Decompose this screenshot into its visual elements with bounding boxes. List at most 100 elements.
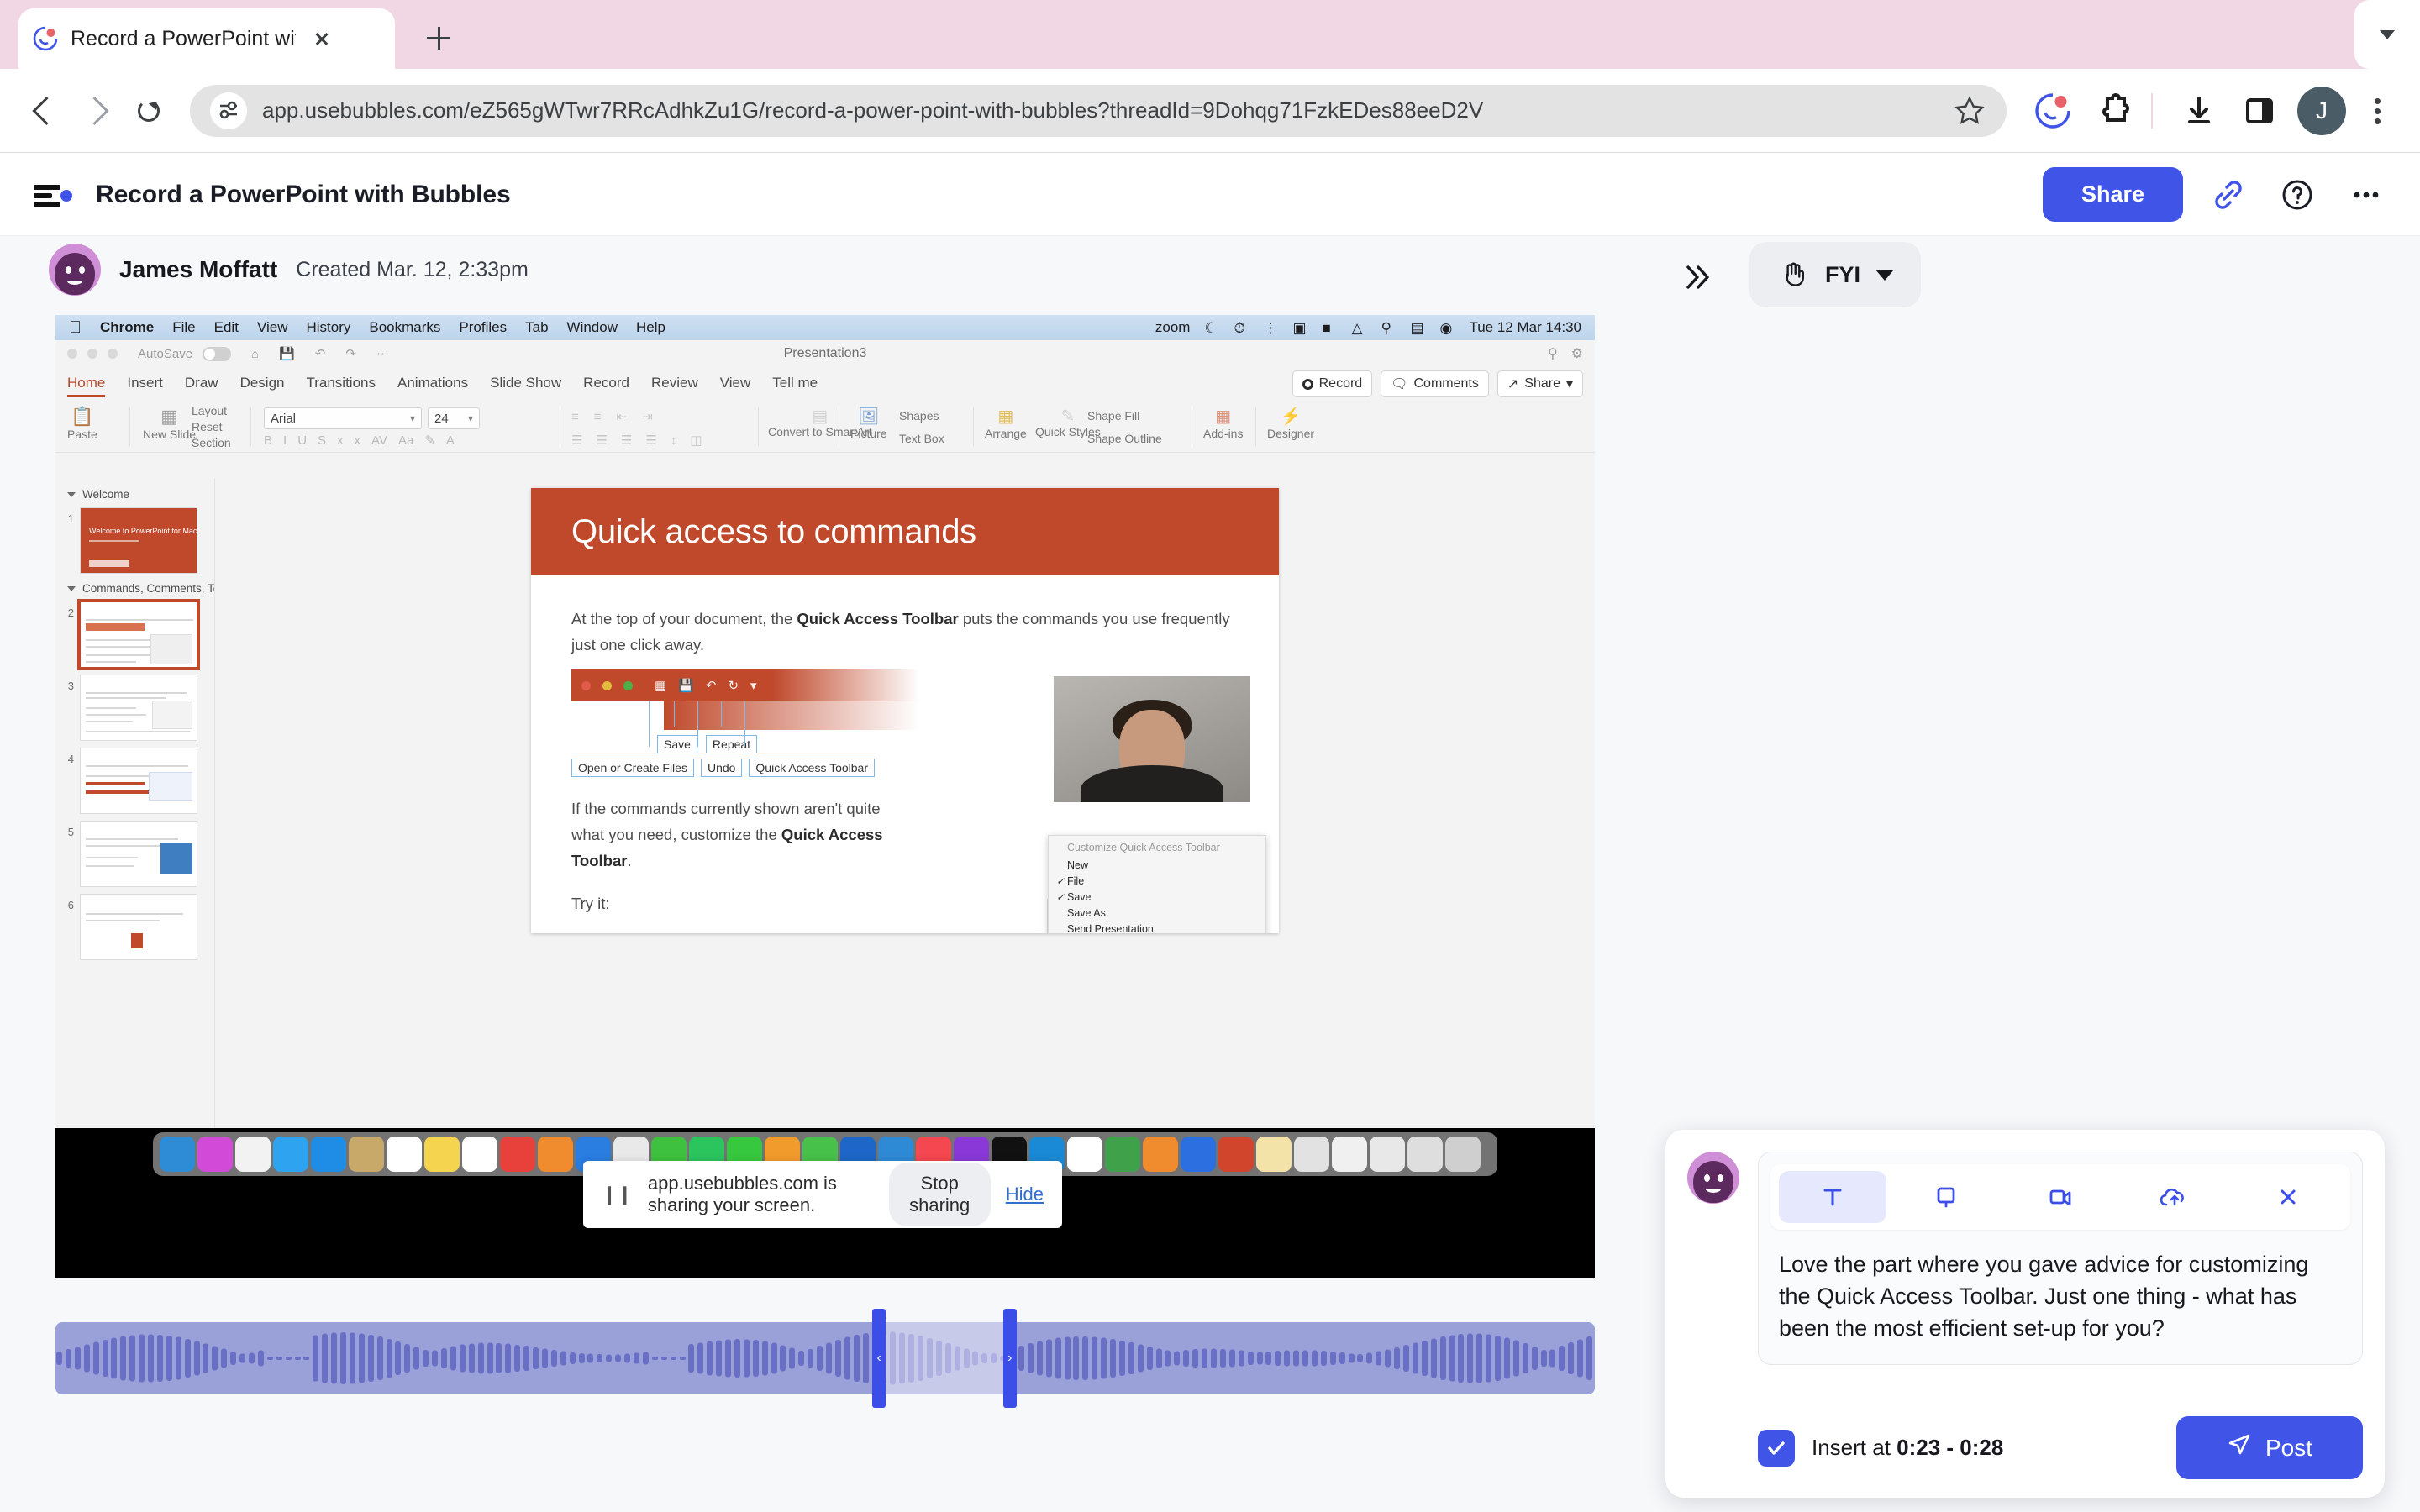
calendar-icon[interactable] — [387, 1137, 422, 1172]
line-spacing-icon[interactable]: ↕ — [671, 433, 677, 448]
downloads-icon[interactable] — [2173, 85, 2225, 137]
slide-thumbnail-pane[interactable]: Welcome 1 Welcome to PowerPoint for Mac … — [55, 478, 215, 1153]
record-chip[interactable]: Record — [1292, 370, 1373, 397]
menu-icon[interactable] — [30, 173, 74, 217]
audio-timeline[interactable] — [55, 1322, 1595, 1394]
tab-list-chevron-button[interactable] — [2354, 0, 2420, 69]
upload-tab[interactable] — [2121, 1171, 2228, 1223]
bookmark-star-icon[interactable] — [1953, 94, 1986, 128]
bubbles-extension-icon[interactable] — [2027, 85, 2079, 137]
slide-thumb-item[interactable]: 5 Get organized with the selection pane — [55, 817, 214, 890]
more-options-icon[interactable] — [2343, 171, 2390, 218]
bold-icon[interactable]: B — [264, 433, 272, 448]
italic-icon[interactable]: I — [283, 433, 287, 448]
ribbon-tab-design[interactable]: Design — [240, 375, 285, 394]
ribbon-tab-view[interactable]: View — [720, 375, 751, 394]
powerpoint-icon[interactable] — [1218, 1137, 1254, 1172]
menu-item[interactable]: ✓ File — [1049, 873, 1265, 889]
reload-button[interactable] — [123, 85, 175, 137]
share-chip[interactable]: ↗ Share ▾ — [1497, 370, 1583, 397]
selection-handle-left[interactable]: ‹ — [872, 1309, 886, 1408]
contacts-icon[interactable] — [349, 1137, 384, 1172]
shape-fill-label[interactable]: Shape Fill — [1087, 409, 1139, 423]
reset-label[interactable]: Reset — [192, 420, 223, 433]
ribbon-tab-tell-me[interactable]: Tell me — [772, 375, 818, 394]
reminders-icon[interactable] — [462, 1137, 497, 1172]
increase-indent-icon[interactable]: ⇥ — [642, 409, 653, 424]
books-icon[interactable] — [538, 1137, 573, 1172]
video-player[interactable]:  Chrome File Edit View History Bookmark… — [55, 315, 1595, 1278]
ribbon-tab-transitions[interactable]: Transitions — [306, 375, 376, 394]
browser-tab[interactable]: Record a PowerPoint with Bub — [18, 8, 395, 69]
shapes-label[interactable]: Shapes — [899, 409, 939, 423]
slide-thumb-item[interactable]: 4 Designed for teamwork — [55, 744, 214, 817]
numbering-icon[interactable]: ≡ — [594, 410, 602, 424]
superscript-icon[interactable]: x — [355, 433, 361, 448]
trash-icon[interactable] — [1445, 1137, 1481, 1172]
insert-at-checkbox[interactable] — [1758, 1429, 1795, 1467]
designer-icon[interactable]: ⚡ — [1281, 406, 1302, 427]
decrease-indent-icon[interactable]: ⇤ — [617, 409, 628, 424]
screen-record-tab[interactable] — [1893, 1171, 2001, 1223]
address-bar[interactable]: app.usebubbles.com/eZ565gWTwr7RRcAdhkZu1… — [190, 84, 2007, 137]
news-icon[interactable] — [500, 1137, 535, 1172]
expand-panel-icon[interactable] — [1675, 257, 1715, 297]
slide-thumb[interactable]: Get organized with the selection pane — [80, 821, 197, 887]
ribbon-tab-insert[interactable]: Insert — [127, 375, 163, 394]
settings-icon[interactable] — [1067, 1137, 1102, 1172]
text-box-label[interactable]: Text Box — [899, 432, 944, 445]
slide-thumb-selected[interactable]: Quick access to commands — [77, 599, 200, 670]
video-record-tab[interactable] — [2007, 1171, 2114, 1223]
launchpad-icon[interactable] — [197, 1137, 233, 1172]
folder-icon[interactable] — [1256, 1137, 1292, 1172]
font-family-select[interactable]: Arial ▾ — [264, 407, 422, 429]
help-icon[interactable] — [2274, 171, 2321, 218]
comments-chip[interactable]: 🗨 Comments — [1381, 370, 1489, 397]
ribbon-tab-animations[interactable]: Animations — [397, 375, 468, 394]
menu-item[interactable]: ✓ Save — [1049, 889, 1265, 905]
copy-link-icon[interactable] — [2205, 171, 2252, 218]
shape-outline-label[interactable]: Shape Outline — [1087, 432, 1162, 445]
close-composer-tab[interactable] — [2234, 1171, 2342, 1223]
slide-section-header[interactable]: Commands, Comments, Teamwork, S... — [55, 577, 214, 598]
new-slide-icon[interactable]: ▦ — [160, 406, 178, 428]
strikethrough-icon[interactable]: S — [318, 433, 326, 448]
comment-textarea[interactable]: Love the part where you gave advice for … — [1770, 1230, 2350, 1352]
add-ins-icon[interactable]: ▦ — [1215, 406, 1231, 427]
profile-avatar[interactable]: J — [2297, 86, 2346, 135]
change-case-icon[interactable]: Aa — [398, 433, 413, 448]
current-slide[interactable]: Quick access to commands At the top of y… — [531, 488, 1279, 933]
ribbon-tab-record[interactable]: Record — [583, 375, 629, 394]
slide-thumb-item[interactable]: 3 Give feedback in comments — [55, 671, 214, 744]
slide-thumb[interactable]: Welcome to PowerPoint for Mac — [80, 507, 197, 574]
slide-thumb[interactable]: Pick up where you left off — [80, 894, 197, 960]
back-button[interactable] — [18, 85, 71, 137]
align-right-icon[interactable]: ☰ — [621, 433, 632, 448]
columns-icon[interactable]: ◫ — [690, 433, 702, 448]
reaction-fyi-button[interactable]: FYI — [1749, 242, 1922, 307]
forward-button[interactable] — [71, 85, 123, 137]
slide-thumb-item[interactable]: 6 Pick up where you left off — [55, 890, 214, 963]
text-comment-tab[interactable] — [1779, 1171, 1886, 1223]
selection-handle-right[interactable]: › — [1002, 1309, 1017, 1408]
notes-icon[interactable] — [424, 1137, 460, 1172]
quick-styles-icon[interactable]: ✎ — [1061, 406, 1076, 427]
slack-icon[interactable] — [1143, 1137, 1178, 1172]
menu-item[interactable]: Save As — [1049, 905, 1265, 921]
picture-icon[interactable]: 🖼 — [858, 406, 879, 427]
timeline-selection-region[interactable] — [879, 1322, 1010, 1394]
arrange-icon[interactable]: ▦ — [997, 406, 1013, 427]
chrome-menu-icon[interactable] — [2353, 87, 2402, 135]
highlight-color-icon[interactable]: ✎ — [424, 433, 435, 448]
subscript-icon[interactable]: x — [337, 433, 344, 448]
close-icon[interactable] — [308, 24, 336, 53]
menu-item[interactable]: Send Presentation — [1049, 921, 1265, 934]
window-thumb[interactable] — [1370, 1137, 1405, 1172]
window-thumb[interactable] — [1407, 1137, 1443, 1172]
zoom-app-icon[interactable] — [1181, 1137, 1216, 1172]
slide-thumb[interactable]: Give feedback in comments — [80, 675, 197, 741]
slide-thumb-item[interactable]: 2 Quick access to commands — [55, 598, 214, 671]
ribbon-tab-draw[interactable]: Draw — [185, 375, 218, 394]
extensions-puzzle-icon[interactable] — [2087, 85, 2139, 137]
share-button[interactable]: Share — [2042, 167, 2183, 222]
